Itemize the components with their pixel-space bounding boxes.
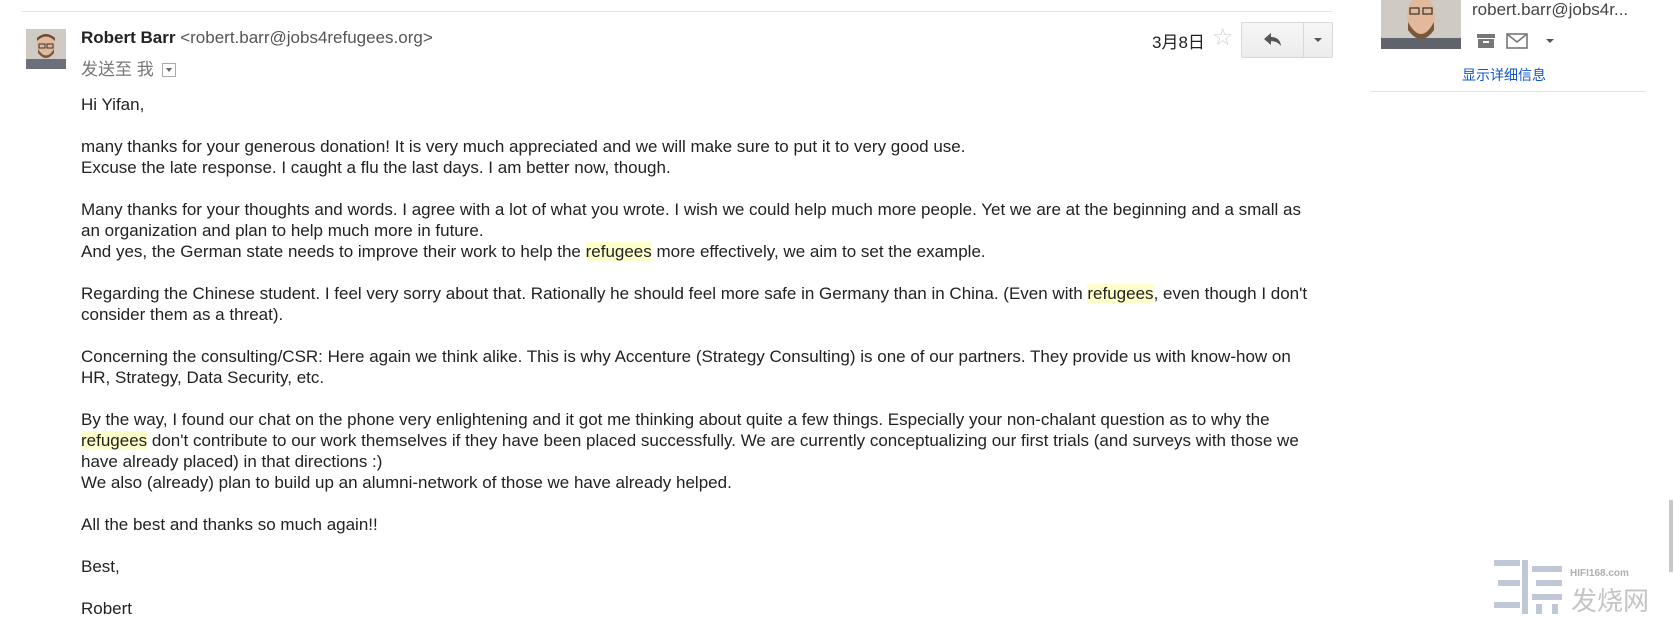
archive-icon[interactable] (1476, 33, 1496, 49)
sender-email: <robert.barr@jobs4refugees.org> (180, 28, 433, 47)
body-line: Excuse the late response. I caught a flu… (81, 158, 671, 177)
reply-icon (1263, 33, 1281, 46)
body-text: more effectively, we aim to set the exam… (651, 242, 986, 261)
to-label: 发送至 (81, 60, 132, 79)
email-date: 3月8日 (1152, 33, 1205, 52)
contact-email: robert.barr@jobs4r... (1472, 0, 1629, 19)
search-highlight: refugees (81, 431, 148, 450)
paragraph: All the best and thanks so much again!! (81, 515, 378, 534)
body-text: And yes, the German state needs to impro… (81, 242, 586, 261)
body-text: don't contribute to our work themselves … (81, 431, 1299, 471)
body-line: Many thanks for your thoughts and words.… (81, 200, 1301, 240)
body-line: many thanks for your generous donation! … (81, 137, 966, 156)
chevron-down-icon[interactable] (1546, 39, 1554, 43)
paragraph: Regarding the Chinese student. I feel ve… (81, 283, 1321, 325)
body-line: We also (already) plan to build up an al… (81, 473, 732, 492)
chevron-down-icon (1314, 38, 1322, 42)
to-value: 我 (136, 60, 154, 79)
reply-button[interactable] (1242, 23, 1304, 57)
paragraph: By the way, I found our chat on the phon… (81, 409, 1321, 493)
sender-line: Robert Barr <robert.barr@jobs4refugees.o… (81, 28, 433, 48)
mail-icon[interactable] (1506, 33, 1528, 49)
sign-off: Best, (81, 557, 120, 576)
search-highlight: refugees (1087, 284, 1154, 303)
reply-button-group (1241, 22, 1333, 58)
greeting: Hi Yifan, (81, 95, 145, 114)
show-details-link[interactable]: 显示详细信息 (1462, 65, 1546, 85)
contact-actions (1476, 33, 1554, 49)
search-highlight: refugees (585, 242, 652, 261)
body-text: Regarding the Chinese student. I feel ve… (81, 284, 1088, 303)
paragraph: Concerning the consulting/CSR: Here agai… (81, 347, 1291, 387)
watermark-site: HIFI168.com (1570, 568, 1629, 579)
paragraph: many thanks for your generous donation! … (81, 136, 1321, 178)
sender-avatar[interactable] (26, 29, 66, 69)
scrollbar-thumb[interactable] (1669, 500, 1673, 572)
body-text: By the way, I found our chat on the phon… (81, 410, 1270, 429)
watermark-name: 发烧网 (1571, 587, 1650, 617)
more-actions-button[interactable] (1304, 23, 1332, 57)
paragraph: Many thanks for your thoughts and words.… (81, 199, 1321, 262)
contact-avatar[interactable] (1381, 0, 1461, 49)
recipient-details-dropdown[interactable] (162, 62, 177, 77)
sender-name[interactable]: Robert Barr (81, 28, 175, 47)
top-divider (22, 11, 1332, 12)
signature: Robert (81, 599, 133, 618)
panel-divider (1370, 91, 1646, 92)
message-body: Hi Yifan, many thanks for your generous … (81, 94, 1321, 640)
recipient-line: 发送至 我 (81, 55, 177, 80)
star-icon[interactable]: ☆ (1212, 24, 1234, 52)
